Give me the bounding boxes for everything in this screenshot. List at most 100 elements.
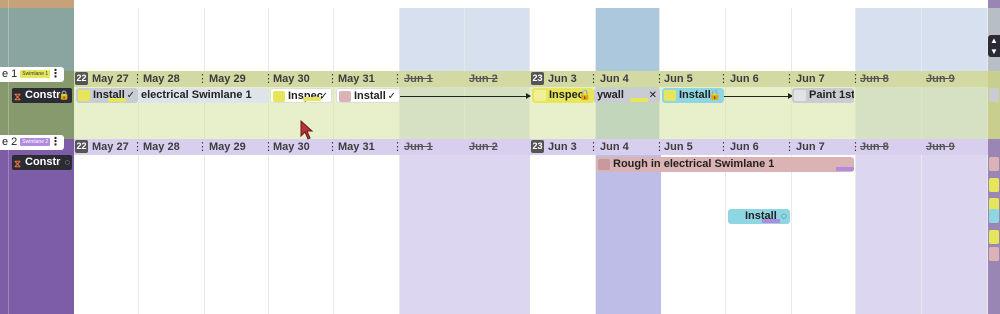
lock-icon: 🔒 bbox=[708, 90, 721, 101]
more-icon[interactable]: ⋮ bbox=[327, 71, 338, 87]
day-header[interactable]: Jun 9 bbox=[922, 139, 955, 155]
next-task-chip[interactable] bbox=[989, 230, 999, 244]
task-drywall[interactable]: ywall ✕ bbox=[594, 88, 660, 103]
dependency-arrow bbox=[724, 93, 793, 99]
day-header[interactable]: Jun 8 bbox=[856, 139, 889, 155]
more-icon[interactable]: ⋮ bbox=[132, 71, 143, 87]
more-icon[interactable]: ⋮ bbox=[392, 139, 403, 155]
lock-icon: 🔒 bbox=[58, 90, 70, 100]
day-header[interactable]: Jun 6 bbox=[726, 71, 759, 87]
day-header[interactable]: Jun 4 bbox=[596, 71, 629, 87]
spinner-icon: ◌ bbox=[781, 211, 787, 222]
day-header[interactable]: Jun 2 bbox=[465, 71, 498, 87]
task-paint-1st[interactable]: Paint 1st bbox=[792, 88, 854, 103]
company-badge-2[interactable]: ⧖ Constr ◌ bbox=[12, 155, 72, 170]
day-header[interactable]: Jun 3 bbox=[544, 71, 577, 87]
more-icon[interactable]: ⋮ bbox=[50, 135, 61, 150]
check-icon: ✓ bbox=[126, 90, 135, 101]
day-header[interactable]: Jun 1 bbox=[400, 71, 433, 87]
sidebar-divider bbox=[8, 0, 9, 314]
week-number: 22 bbox=[75, 140, 88, 153]
task-label: Install bbox=[354, 90, 386, 102]
spinner-icon: ◌ bbox=[64, 157, 70, 167]
close-icon: ✕ bbox=[648, 90, 657, 101]
next-task-chip[interactable] bbox=[989, 178, 999, 192]
task-inspection-1[interactable]: Inspec ✓ bbox=[270, 88, 332, 103]
day-header[interactable]: May 27 bbox=[88, 139, 129, 155]
task-electrical-swimlane-1[interactable]: electrical Swimlane 1 bbox=[138, 88, 268, 103]
more-icon[interactable]: ⋮ bbox=[718, 71, 729, 87]
task-install-4[interactable]: Install ◌ bbox=[728, 209, 790, 224]
task-rough-in-electrical[interactable]: Rough in electrical Swimlane 1 bbox=[596, 157, 854, 172]
day-header[interactable]: Jun 6 bbox=[726, 139, 759, 155]
lane-2-weekend-shade bbox=[465, 139, 530, 314]
day-header[interactable]: Jun 5 bbox=[660, 139, 693, 155]
lane-tag: Swimlane 1 bbox=[20, 70, 51, 79]
week-number: 23 bbox=[531, 72, 544, 85]
dependency-arrow bbox=[400, 93, 531, 99]
more-icon[interactable]: ⋮ bbox=[132, 139, 143, 155]
next-task-chip[interactable] bbox=[989, 247, 999, 261]
more-icon[interactable]: ⋮ bbox=[784, 139, 795, 155]
swimlane-1-name[interactable]: e 1 Swimlane 1 ⋮ bbox=[0, 67, 64, 82]
more-icon[interactable]: ⋮ bbox=[588, 71, 599, 87]
mouse-cursor-icon bbox=[300, 120, 314, 140]
sidebar-header bbox=[0, 0, 74, 8]
task-label: Rough in electrical Swimlane 1 bbox=[613, 158, 775, 170]
day-header[interactable]: May 28 bbox=[139, 71, 180, 87]
day-header[interactable]: Jun 1 bbox=[400, 139, 433, 155]
day-header[interactable]: May 29 bbox=[205, 71, 246, 87]
day-header[interactable]: Jun 2 bbox=[465, 139, 498, 155]
lane-2-weekend-shade bbox=[400, 139, 465, 314]
lane-2-weekend-shade bbox=[922, 139, 987, 314]
more-icon[interactable]: ⋮ bbox=[327, 139, 338, 155]
day-header[interactable]: Jun 7 bbox=[792, 139, 825, 155]
day-header[interactable]: May 31 bbox=[334, 139, 375, 155]
task-label: Paint 1st bbox=[809, 89, 854, 101]
company-name: Constr bbox=[25, 156, 61, 168]
company-logo-icon: ⧖ bbox=[14, 92, 22, 103]
next-task-chip[interactable] bbox=[989, 157, 999, 171]
day-header[interactable]: May 30 bbox=[269, 139, 310, 155]
day-header[interactable]: May 29 bbox=[205, 139, 246, 155]
day-header[interactable]: Jun 9 bbox=[922, 71, 955, 87]
lane-label: e 2 bbox=[2, 136, 18, 148]
day-header[interactable]: May 30 bbox=[269, 71, 310, 87]
day-header[interactable]: Jun 8 bbox=[856, 71, 889, 87]
more-icon[interactable]: ⋮ bbox=[718, 139, 729, 155]
day-header[interactable]: Jun 7 bbox=[792, 71, 825, 87]
more-icon[interactable]: ⋮ bbox=[197, 139, 208, 155]
day-header[interactable]: May 31 bbox=[334, 71, 375, 87]
swimlane-sidebar: e 1 Swimlane 1 ⋮ ⧖ Constr 🔒 e 2 Swimlane 2 ⋮ ⧖… bbox=[0, 0, 74, 314]
company-logo-icon: ⧖ bbox=[14, 159, 22, 170]
schedule-board: May 27 ⋮ May 28 ⋮ May 29 ⋮ May 30 ⋮ May 31 ⋮ Jun 1… bbox=[0, 0, 1000, 314]
task-install-2[interactable]: Install ✓ bbox=[336, 88, 400, 103]
company-badge-1[interactable]: ⧖ Constr 🔒 bbox=[12, 88, 72, 103]
task-install-3[interactable]: Install 🔒 bbox=[662, 88, 724, 103]
task-install-1[interactable]: Install ✓ bbox=[76, 88, 138, 103]
task-label: Install bbox=[679, 89, 711, 101]
task-label: ywall bbox=[597, 89, 624, 101]
week-number: 23 bbox=[531, 140, 544, 153]
day-header[interactable]: Jun 4 bbox=[596, 139, 629, 155]
day-header[interactable]: May 28 bbox=[139, 139, 180, 155]
lane-tag: Swimlane 2 bbox=[20, 138, 51, 147]
day-header[interactable]: Jun 3 bbox=[544, 139, 577, 155]
swimlane-2-name[interactable]: e 2 Swimlane 2 ⋮ bbox=[0, 135, 64, 150]
next-task-chip[interactable] bbox=[989, 88, 999, 102]
lane-2-weekend-shade bbox=[856, 139, 921, 314]
next-task-chip[interactable] bbox=[989, 209, 999, 223]
more-icon[interactable]: ⋮ bbox=[197, 71, 208, 87]
lock-icon: 🔒 bbox=[578, 90, 591, 101]
week-number: 22 bbox=[75, 72, 88, 85]
check-icon: ✓ bbox=[387, 91, 396, 102]
scroll-arrows-icon[interactable]: ▲ ▼ bbox=[988, 35, 1000, 57]
more-icon[interactable]: ⋮ bbox=[784, 71, 795, 87]
task-inspection-2[interactable]: Inspec 🔒 bbox=[532, 88, 594, 103]
more-icon[interactable]: ⋮ bbox=[50, 67, 61, 82]
lane-label: e 1 bbox=[2, 68, 18, 80]
day-header[interactable]: May 27 bbox=[88, 71, 129, 87]
day-header[interactable]: Jun 5 bbox=[660, 71, 693, 87]
more-icon[interactable]: ⋮ bbox=[392, 71, 403, 87]
more-icon[interactable]: ⋮ bbox=[588, 139, 599, 155]
